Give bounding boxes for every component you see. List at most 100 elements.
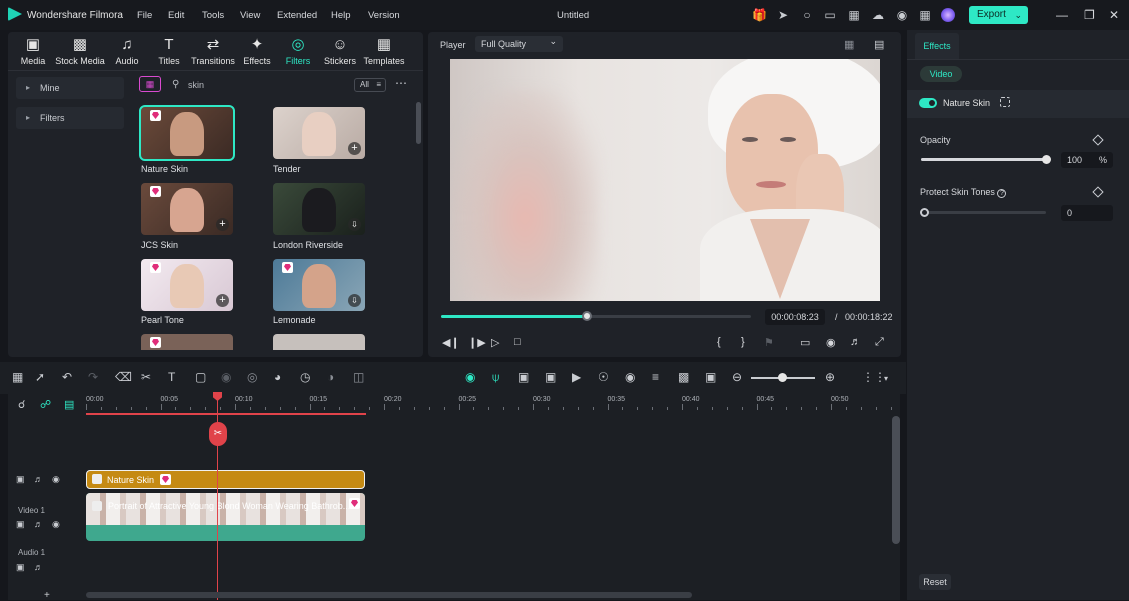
download-icon[interactable]: ⇩	[348, 218, 361, 231]
filter-thumb-lemonade[interactable]: ⇩	[273, 259, 365, 311]
microphone-icon[interactable]: ◉	[625, 370, 635, 384]
more-options-icon[interactable]: ⋯	[395, 76, 407, 90]
grid-icon[interactable]: ▦	[918, 8, 932, 22]
video-chip[interactable]: Video	[920, 66, 962, 82]
mask-icon[interactable]: ◑	[327, 370, 334, 384]
menu-edit[interactable]: Edit	[168, 10, 184, 21]
filter-all-button[interactable]: All ≡	[354, 78, 386, 92]
protect-slider[interactable]	[921, 211, 1046, 214]
restore-icon[interactable]: ❐	[1084, 8, 1095, 22]
tool-audio[interactable]: ♫ Audio	[107, 36, 147, 66]
snapshot-view-icon[interactable]: ▤	[874, 38, 884, 51]
filter-thumb-london-riverside[interactable]: ⇩	[273, 183, 365, 235]
sidebar-item-mine[interactable]: Mine	[16, 77, 124, 99]
tool-transitions[interactable]: ⇄ Transitions	[188, 36, 238, 66]
monitor-icon[interactable]: ▭	[823, 8, 837, 22]
filter-thumb-tender[interactable]: +	[273, 107, 365, 159]
speed-icon[interactable]: ◷	[300, 370, 310, 384]
zoom-slider-handle[interactable]	[778, 373, 787, 382]
camera-icon[interactable]: ◉	[826, 336, 836, 349]
display-icon[interactable]: ▭	[800, 336, 810, 349]
protect-keyframe-icon[interactable]	[1092, 186, 1104, 198]
eye-icon[interactable]: ◉	[52, 519, 60, 530]
tool-templates[interactable]: ▦ Templates	[360, 36, 408, 66]
mark-in-icon[interactable]: {	[717, 336, 721, 348]
auto-highlight-icon[interactable]: ◉	[465, 370, 475, 384]
add-icon[interactable]: +	[216, 218, 229, 231]
quality-dropdown[interactable]: Full Quality	[475, 33, 563, 52]
track-manager-icon[interactable]: ▤	[64, 398, 74, 411]
menu-view[interactable]: View	[240, 10, 260, 21]
crop-icon[interactable]: ▢	[195, 370, 206, 384]
snap-icon[interactable]: ⍦	[492, 370, 499, 385]
volume-icon[interactable]: ♬	[34, 474, 43, 484]
redo-icon[interactable]: ↷	[88, 370, 98, 384]
menu-tools[interactable]: Tools	[202, 10, 224, 21]
store-icon[interactable]: ▦	[139, 76, 161, 92]
next-frame-icon[interactable]: ❙▶	[468, 336, 486, 349]
link-icon[interactable]: ☌	[18, 398, 25, 411]
prev-frame-icon[interactable]: ◀❙	[442, 336, 460, 349]
protect-value-field[interactable]: 0	[1061, 205, 1113, 221]
search-input[interactable]: skin	[188, 80, 204, 90]
save-icon[interactable]: ▦	[847, 8, 861, 22]
fullscreen-icon[interactable]: ⤢	[875, 336, 884, 349]
chevron-down-icon[interactable]: ▾	[884, 374, 888, 383]
shield-icon[interactable]: ☉	[598, 370, 609, 384]
tool-stock-media[interactable]: ▩ Stock Media	[51, 36, 109, 66]
lock-icon[interactable]: ▣	[16, 474, 25, 485]
ai-icon[interactable]: ◕	[274, 370, 281, 384]
lightbulb-icon[interactable]: ○	[800, 8, 814, 22]
minimize-icon[interactable]: —	[1056, 8, 1068, 22]
menu-help[interactable]: Help	[331, 10, 351, 21]
export-button[interactable]: Export ⌄	[969, 6, 1028, 24]
add-track-icon[interactable]: ☍	[40, 398, 51, 411]
filter-thumb-partial[interactable]	[141, 334, 233, 350]
timeline-horizontal-scrollbar[interactable]	[86, 592, 692, 598]
stop-icon[interactable]: □	[514, 336, 521, 348]
add-icon[interactable]: +	[216, 294, 229, 307]
send-icon[interactable]: ➤	[776, 8, 790, 22]
split-icon[interactable]: ✂	[141, 370, 151, 384]
filter-thumb-jcs-skin[interactable]: +	[141, 183, 233, 235]
reset-button[interactable]: Reset	[919, 574, 951, 590]
scene-detect-icon[interactable]: ▣	[518, 370, 529, 384]
add-icon[interactable]: +	[348, 142, 361, 155]
menu-extended[interactable]: Extended	[277, 10, 317, 21]
opacity-slider-handle[interactable]	[1042, 155, 1051, 164]
preview-icon[interactable]: ▶	[572, 370, 581, 384]
mark-out-icon[interactable]: }	[741, 336, 745, 348]
avatar[interactable]	[941, 8, 955, 22]
volume-icon[interactable]: ♬	[34, 562, 43, 572]
protect-slider-handle[interactable]	[920, 208, 929, 217]
opacity-value-field[interactable]: 100%	[1061, 152, 1113, 168]
color-icon[interactable]: ◉	[221, 370, 231, 384]
cloud-icon[interactable]: ☁	[871, 8, 885, 22]
effect-toggle[interactable]	[919, 98, 937, 108]
download-icon[interactable]: ⇩	[348, 294, 361, 307]
compare-view-icon[interactable]: ▦	[844, 38, 854, 51]
timeline-vertical-scrollbar[interactable]	[892, 416, 900, 544]
menu-file[interactable]: File	[137, 10, 152, 21]
undo-icon[interactable]: ↶	[62, 370, 72, 384]
select-tool-icon[interactable]: ➚	[35, 370, 45, 384]
filter-thumb-partial[interactable]	[273, 334, 365, 350]
text-icon[interactable]: T	[168, 370, 175, 384]
close-icon[interactable]: ✕	[1109, 8, 1119, 22]
gift-icon[interactable]: 🎁	[752, 8, 767, 22]
video-clip[interactable]: Portrait of Attractive Young Blond Woman…	[86, 493, 365, 541]
render-icon[interactable]: ▩	[678, 370, 689, 384]
effect-settings-icon[interactable]	[1000, 97, 1010, 107]
track-view-icon[interactable]: ⋮⋮	[862, 370, 886, 384]
tool-effects[interactable]: ✦ Effects	[237, 36, 277, 66]
lock-icon[interactable]: ▣	[16, 562, 25, 573]
zoom-out-icon[interactable]: ⊖	[732, 370, 742, 384]
marker-icon[interactable]: ⚑	[764, 336, 774, 349]
split-scissor-icon[interactable]: ✂	[209, 422, 227, 446]
volume-icon[interactable]: ♬	[850, 336, 861, 348]
tab-effects[interactable]: Effects	[915, 33, 959, 59]
layout-icon[interactable]: ▦	[12, 370, 23, 384]
progress-handle[interactable]	[581, 311, 592, 321]
subtitle-icon[interactable]: ≡	[652, 370, 659, 384]
tool-media[interactable]: ▣ Media	[13, 36, 53, 66]
